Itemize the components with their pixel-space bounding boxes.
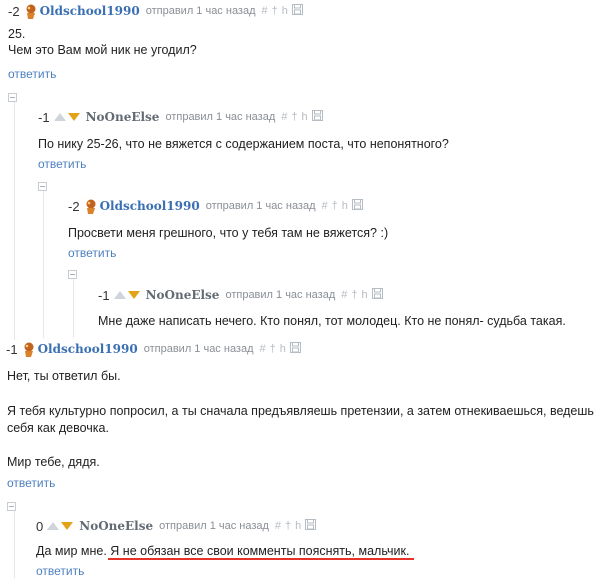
thread-line xyxy=(73,276,74,338)
reply-link[interactable]: ответить xyxy=(38,157,86,171)
hash-icon[interactable]: # xyxy=(260,343,266,355)
comment-text: Просвети меня грешного, что у тебя там н… xyxy=(68,226,389,240)
hook-icon[interactable]: h xyxy=(295,520,301,532)
comment-author[interactable]: Oldschool1990 xyxy=(100,199,200,213)
comment-text: Мне даже написать нечего. Кто понял, тот… xyxy=(98,314,566,328)
comment-author[interactable]: NoOneElse xyxy=(146,288,220,302)
comment-score: 0 xyxy=(36,518,44,534)
reply-link[interactable]: ответить xyxy=(8,67,56,81)
comment-tools: # † h xyxy=(322,199,363,213)
comment: -1 NoOneElse отправил 1 час назад # † h … xyxy=(98,286,566,329)
comment: 0 NoOneElse отправил 1 час назад # † h Д… xyxy=(36,517,409,559)
upvote-icon[interactable] xyxy=(47,522,60,530)
dagger-icon[interactable]: † xyxy=(272,5,278,17)
comment-author[interactable]: Oldschool1990 xyxy=(40,4,140,18)
comment-score: -2 xyxy=(68,198,80,214)
comment-text: себя как девочка. xyxy=(7,421,109,435)
dagger-icon[interactable]: † xyxy=(285,520,291,532)
collapse-toggle[interactable] xyxy=(68,270,77,279)
upvote-icon[interactable] xyxy=(53,113,66,121)
dagger-icon[interactable]: † xyxy=(270,343,276,355)
thread-line xyxy=(14,508,15,578)
hash-icon[interactable]: # xyxy=(275,520,281,532)
comment: -2 Oldschool1990 отправил 1 час назад # … xyxy=(8,2,303,58)
reply-link[interactable]: ответить xyxy=(68,246,116,260)
comment-author[interactable]: Oldschool1990 xyxy=(38,342,138,356)
hook-icon[interactable]: h xyxy=(302,111,308,123)
comment: -1 Oldschool1990 отправил 1 час назад # … xyxy=(6,340,301,358)
reply-link[interactable]: ответить xyxy=(7,476,55,490)
comment-score: -2 xyxy=(8,3,20,19)
highlight-underline xyxy=(108,558,414,560)
floppy-disk-icon[interactable] xyxy=(291,4,303,18)
comment-meta: отправил 1 час назад xyxy=(225,289,336,301)
thread-line xyxy=(43,186,44,338)
comment-tools: # † h xyxy=(281,110,323,124)
upvote-icon[interactable] xyxy=(113,291,126,299)
hook-icon[interactable]: h xyxy=(280,343,286,355)
collapse-toggle[interactable] xyxy=(7,502,16,511)
collapse-toggle[interactable] xyxy=(38,182,47,191)
comment-text: Я тебя культурно попросил, а ты сначала … xyxy=(7,404,594,418)
comment-text: Чем это Вам мой ник не угодил? xyxy=(8,43,197,57)
hook-icon[interactable]: h xyxy=(362,289,368,301)
floppy-disk-icon[interactable] xyxy=(311,110,323,124)
hash-icon[interactable]: # xyxy=(281,111,287,123)
comment-author[interactable]: NoOneElse xyxy=(79,519,153,533)
comment: -1 NoOneElse отправил 1 час назад # † h … xyxy=(38,108,449,152)
dagger-icon[interactable]: † xyxy=(351,289,357,301)
hash-icon[interactable]: # xyxy=(262,5,268,17)
dagger-icon[interactable]: † xyxy=(291,111,297,123)
comment-header: -1 NoOneElse отправил 1 час назад # † h xyxy=(38,108,449,126)
comment-score: -1 xyxy=(38,109,50,125)
floppy-disk-icon[interactable] xyxy=(351,199,363,213)
comment-tools: # † h xyxy=(260,342,301,356)
comment-author[interactable]: NoOneElse xyxy=(86,110,160,124)
comment-meta: отправил 1 час назад xyxy=(143,343,254,355)
comment-meta: отправил 1 час назад xyxy=(205,200,316,212)
collapse-toggle[interactable] xyxy=(8,93,17,102)
downvote-icon[interactable] xyxy=(61,522,74,530)
hook-icon[interactable]: h xyxy=(342,200,348,212)
comment-tools: # † h xyxy=(341,288,383,302)
reply-link[interactable]: ответить xyxy=(36,564,84,578)
hash-icon[interactable]: # xyxy=(341,289,347,301)
comment-text: Да мир мне. Я не обязан все свои коммент… xyxy=(36,544,410,558)
hook-icon[interactable]: h xyxy=(282,5,288,17)
downvote-icon[interactable] xyxy=(127,291,140,299)
comment-meta: отправил 1 час назад xyxy=(165,111,276,123)
hash-icon[interactable]: # xyxy=(322,200,328,212)
comment-header: -1 Oldschool1990 отправил 1 час назад # … xyxy=(6,340,301,358)
floppy-disk-icon[interactable] xyxy=(371,288,383,302)
comment-header: 0 NoOneElse отправил 1 час назад # † h xyxy=(36,517,409,535)
comment-meta: отправил 1 час назад xyxy=(145,5,256,17)
comment-score: -1 xyxy=(98,287,110,303)
comment-text: Мир тебе, дядя. xyxy=(7,455,100,469)
comment-meta: отправил 1 час назад xyxy=(159,520,269,532)
thread-line xyxy=(14,100,15,340)
downvote-icon[interactable] xyxy=(67,113,80,121)
comment: -2 Oldschool1990 отправил 1 час назад # … xyxy=(68,197,388,241)
comment-tools: # † h xyxy=(262,4,303,18)
comment-tools: # † h xyxy=(275,519,317,533)
comment-score: -1 xyxy=(6,341,18,357)
comment-header: -2 Oldschool1990 отправил 1 час назад # … xyxy=(8,2,303,20)
avatar-icon xyxy=(22,342,35,357)
comment-text: Нет, ты ответил бы. xyxy=(7,369,121,383)
dagger-icon[interactable]: † xyxy=(332,200,338,212)
comment-text: 25. xyxy=(8,27,26,41)
comment-header: -1 NoOneElse отправил 1 час назад # † h xyxy=(98,286,566,304)
avatar-icon xyxy=(24,4,37,19)
floppy-disk-icon[interactable] xyxy=(289,342,301,356)
comment-text: По нику 25-26, что не вяжется с содержан… xyxy=(38,137,449,151)
avatar-icon xyxy=(84,199,97,214)
floppy-disk-icon[interactable] xyxy=(305,519,317,533)
comment-header: -2 Oldschool1990 отправил 1 час назад # … xyxy=(68,197,388,215)
